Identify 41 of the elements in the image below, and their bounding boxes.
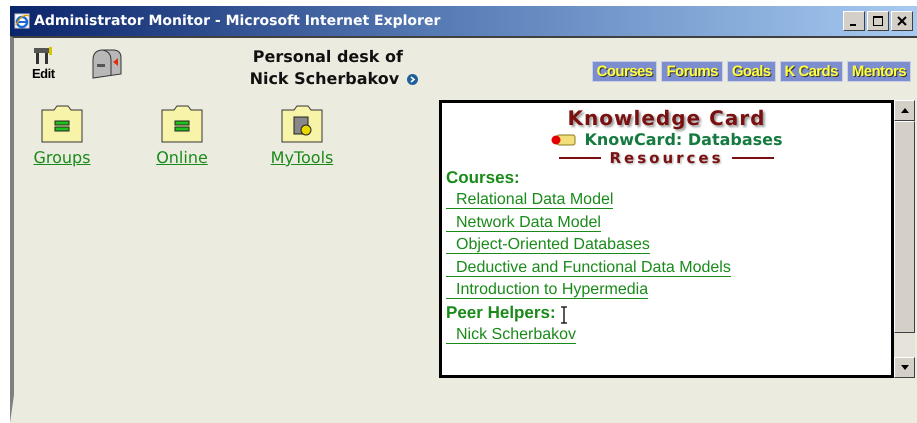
- scroll-thumb[interactable]: [894, 121, 915, 333]
- folder-icon[interactable]: [160, 104, 204, 144]
- resource-link[interactable]: Deductive and Functional Data Models: [446, 258, 731, 276]
- folder-link[interactable]: Groups: [33, 148, 91, 167]
- scrollbar[interactable]: [894, 100, 915, 378]
- folder-link[interactable]: Online: [156, 148, 208, 167]
- scroll-down-button[interactable]: [894, 357, 915, 378]
- close-icon: [897, 16, 907, 26]
- nav-button[interactable]: Goals: [726, 61, 776, 82]
- maximize-icon: [873, 16, 883, 26]
- maximize-button[interactable]: [867, 11, 889, 31]
- browser-icon: [14, 13, 30, 29]
- close-button[interactable]: [891, 11, 913, 31]
- down-arrow-icon: [900, 365, 908, 370]
- nav-button[interactable]: Courses: [592, 61, 658, 82]
- group-heading: Peer Helpers:: [446, 302, 556, 324]
- card-icon: [550, 134, 576, 146]
- folder-link[interactable]: MyTools: [270, 148, 334, 167]
- resource-link[interactable]: Object-Oriented Databases: [446, 236, 650, 254]
- section-heading: Resources: [609, 149, 724, 167]
- card-subtitle: KnowCard: Databases: [584, 130, 783, 149]
- nav-button[interactable]: Mentors: [846, 61, 911, 82]
- card-title: Knowledge Card: [566, 106, 766, 130]
- edit-button[interactable]: Edit: [32, 46, 55, 81]
- text-cursor-icon: [560, 306, 568, 324]
- nav-button[interactable]: Forums: [661, 61, 723, 82]
- minimize-icon: [850, 24, 856, 26]
- minimize-button[interactable]: [843, 11, 865, 31]
- resource-link[interactable]: Network Data Model: [446, 214, 601, 232]
- resource-link[interactable]: Introduction to Hypermedia: [446, 281, 648, 299]
- window-title: Administrator Monitor - Microsoft Internet Explorer: [34, 13, 440, 29]
- resource-link[interactable]: Nick Scherbakov: [446, 326, 576, 344]
- scroll-up-button[interactable]: [894, 100, 915, 121]
- tools-folder-icon[interactable]: [280, 104, 324, 144]
- resource-link[interactable]: Relational Data Model: [446, 191, 614, 209]
- owner-name: Nick Scherbakov: [250, 68, 400, 90]
- group-heading: Courses:: [446, 167, 520, 189]
- up-arrow-icon: [900, 108, 908, 113]
- heading-text: Personal desk of: [252, 46, 404, 68]
- folder-icon[interactable]: [40, 104, 84, 144]
- nav-button[interactable]: K Cards: [780, 61, 843, 82]
